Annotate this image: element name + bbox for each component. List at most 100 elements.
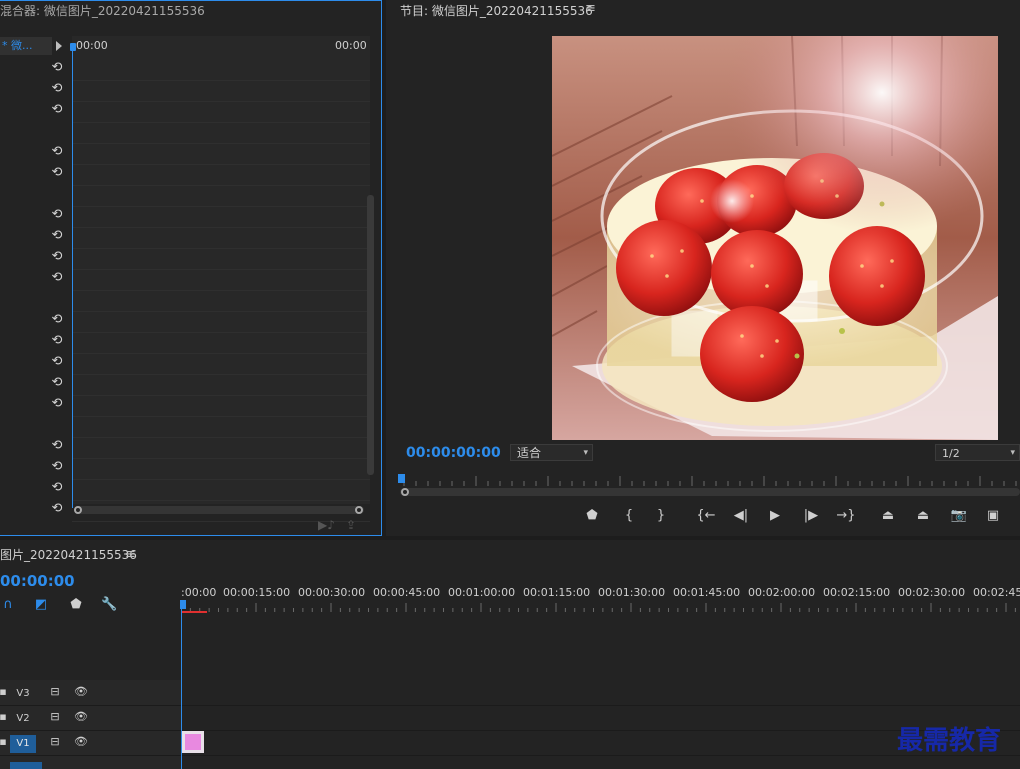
snap-icon[interactable]: ∩ [0, 597, 16, 613]
reset-icon[interactable]: ⟲ [50, 313, 64, 327]
audio-only-icon[interactable]: ▶♪ [318, 518, 335, 532]
sync-lock-icon[interactable]: ⊟ [48, 685, 62, 699]
ruler-time-label: 00:02:30:00 [898, 586, 966, 599]
reset-icon[interactable]: ⟲ [50, 355, 64, 369]
resolution-value: 1/2 [942, 447, 960, 460]
vertical-scrollbar[interactable] [367, 195, 374, 475]
track-lock-icon[interactable]: ▪ [0, 685, 10, 699]
reset-icon[interactable]: ⟲ [50, 376, 64, 390]
track-lock-icon[interactable]: ▪ [0, 710, 10, 724]
reset-icon[interactable]: ⟲ [50, 481, 64, 495]
keyframe-row-divider [72, 374, 370, 375]
step-back-button[interactable]: ◀| [731, 507, 751, 525]
reset-icon[interactable]: ⟲ [50, 145, 64, 159]
program-timecode[interactable]: 00:00:00:00 [406, 445, 501, 461]
scroll-right-handle[interactable] [355, 506, 363, 514]
panel-menu-icon[interactable]: ≡ [125, 547, 136, 562]
program-zoom-scrollbar[interactable] [400, 488, 1020, 496]
program-monitor-title[interactable]: 节目: 微信图片_20220421155536 [400, 2, 593, 19]
keyframe-row-divider [72, 479, 370, 480]
panel-menu-icon[interactable]: ≡ [585, 1, 596, 16]
clip-name-tab[interactable]: * 微... [0, 37, 52, 55]
reset-icon[interactable]: ⟲ [50, 229, 64, 243]
work-area-bar[interactable] [181, 611, 207, 613]
wrench-icon[interactable]: 🔧 [101, 597, 117, 613]
program-time-ruler[interactable] [398, 474, 1020, 488]
program-playhead[interactable] [398, 474, 405, 483]
eye-icon[interactable]: 👁 [74, 685, 88, 699]
track-row-v2[interactable]: ▪ V2 ⊟ 👁 [0, 706, 1020, 731]
sequence-tab[interactable]: 图片_20220421155536 [0, 546, 137, 563]
add-marker-icon[interactable]: ⬟ [68, 597, 84, 613]
keyframe-timeline-area[interactable] [72, 36, 370, 504]
video-clip[interactable] [182, 731, 204, 753]
keyframe-row-divider [72, 311, 370, 312]
reset-icon[interactable]: ⟲ [50, 397, 64, 411]
reset-icon[interactable]: ⟲ [50, 460, 64, 474]
watermark-logo: 最需教育 [897, 726, 1002, 756]
reset-icon[interactable]: ⟲ [50, 103, 64, 117]
reset-icon[interactable]: ⟲ [50, 439, 64, 453]
sync-lock-icon[interactable]: ⊟ [48, 710, 62, 724]
step-forward-icon: |▶ [803, 508, 819, 523]
zoom-fit-value: 适合 [517, 446, 542, 460]
reset-icon[interactable]: ⟲ [50, 334, 64, 348]
reset-icon[interactable]: ⟲ [50, 271, 64, 285]
add-marker-icon: ⬟ [586, 508, 598, 523]
ruler-time-label: :00:00 [181, 586, 217, 599]
add-marker-button[interactable]: ⬟ [582, 507, 602, 525]
track-target-v1[interactable]: V1 [10, 735, 36, 753]
track-row-v1[interactable]: ▪ V1 ⊟ 👁 [0, 731, 1020, 756]
scroll-left-handle[interactable] [74, 506, 82, 514]
horizontal-scrollbar[interactable] [76, 506, 364, 514]
lift-button[interactable]: ⏏ [878, 507, 898, 525]
panel-title[interactable]: 混合器: 微信图片_20220421155536 [0, 2, 205, 19]
lift-icon: ⏏ [881, 508, 895, 523]
zoom-left-handle[interactable] [401, 488, 409, 496]
keyframe-row-divider [72, 395, 370, 396]
time-ruler[interactable]: :00:00 00:00:15:00 00:00:30:00 00:00:45:00 0… [181, 586, 1020, 600]
keyframe-row-divider [72, 122, 370, 123]
reset-icon[interactable]: ⟲ [50, 61, 64, 75]
eye-icon[interactable]: 👁 [74, 710, 88, 724]
track-lock-icon[interactable]: ▪ [0, 735, 10, 749]
step-forward-button[interactable]: |▶ [801, 507, 821, 525]
reset-icon[interactable]: ⟲ [50, 250, 64, 264]
reset-icon[interactable]: ⟲ [50, 502, 64, 516]
mark-out-button[interactable]: } [651, 507, 671, 525]
zoom-fit-select[interactable]: 适合 ▾ [510, 444, 593, 461]
mark-in-icon: { [624, 508, 634, 523]
playhead-handle[interactable] [70, 43, 76, 51]
go-to-out-button[interactable]: →} [836, 507, 856, 525]
linked-selection-icon[interactable]: ◩ [33, 597, 49, 613]
track-target-v3[interactable]: V3 [10, 685, 36, 703]
timeline-start-time: 00:00 [76, 39, 108, 52]
reset-icon[interactable]: ⟲ [50, 166, 64, 180]
extract-button[interactable]: ⏏ [913, 507, 933, 525]
go-to-in-icon: {← [696, 508, 716, 523]
ruler-time-label: 00:02:45 [973, 586, 1020, 599]
eye-icon[interactable]: 👁 [74, 735, 88, 749]
export-icon[interactable]: ⇪ [346, 518, 356, 532]
reset-icon[interactable]: ⟲ [50, 208, 64, 222]
ruler-time-label: 00:01:45:00 [673, 586, 741, 599]
video-preview [552, 36, 998, 440]
keyframe-row-divider [72, 185, 370, 186]
sequence-timecode[interactable]: 00:00:00 [0, 572, 75, 590]
compare-button[interactable]: ▣ [983, 507, 1003, 525]
play-button[interactable]: ▶ [765, 507, 785, 525]
play-arrow-icon[interactable] [56, 41, 62, 51]
export-frame-button[interactable]: 📷 [949, 507, 969, 525]
track-row-v3[interactable]: ▪ V3 ⊟ 👁 [0, 681, 1020, 706]
track-target-a1[interactable] [10, 762, 42, 769]
mark-in-button[interactable]: { [619, 507, 639, 525]
go-to-out-icon: →} [836, 508, 856, 523]
go-to-in-button[interactable]: {← [696, 507, 716, 525]
sequence-playhead[interactable] [180, 600, 186, 609]
reset-icon[interactable]: ⟲ [50, 82, 64, 96]
playback-resolution-select[interactable]: 1/2 ▾ [935, 444, 1020, 461]
keyframe-row-divider [72, 101, 370, 102]
ruler-time-label: 00:01:30:00 [598, 586, 666, 599]
sync-lock-icon[interactable]: ⊟ [48, 735, 62, 749]
track-target-v2[interactable]: V2 [10, 710, 36, 728]
